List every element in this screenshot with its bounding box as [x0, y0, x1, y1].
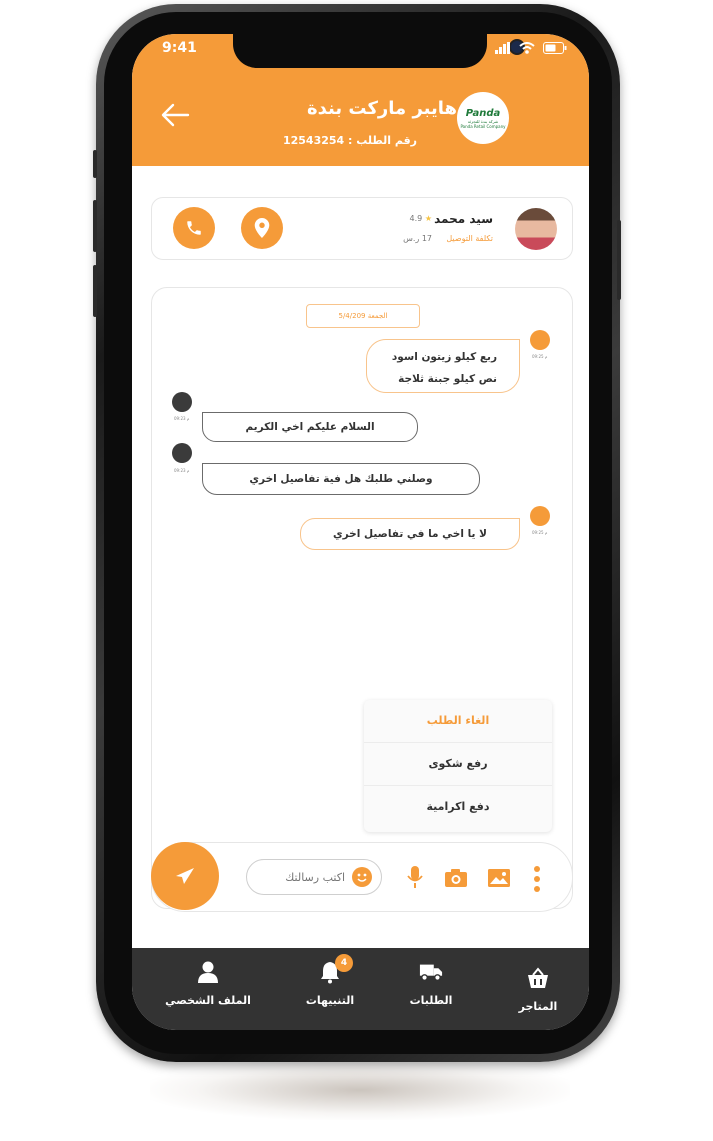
cancel-order-option[interactable]: الغاء الطلب: [364, 700, 552, 743]
message-bubble: ربع كيلو زيتون اسود نص كيلو جبنة ثلاجة: [366, 339, 520, 393]
camera-icon[interactable]: [444, 868, 468, 888]
nav-item-stores[interactable]: المتاجر: [488, 948, 588, 1030]
bottom-navigation: الملف الشخصي 4 التنبيهات الطلبات المتاجر: [132, 948, 589, 1030]
signal-icon: [495, 42, 510, 54]
date-separator: الجمعة 5/4/209: [306, 304, 420, 328]
message-line: لا يا اخي ما في تفاصيل اخري: [333, 528, 487, 540]
message-bubble: وصلني طلبك هل فية تفاصيل اخري: [202, 463, 480, 495]
store-title: هايبر ماركت بندة: [307, 98, 457, 119]
nav-item-notifications[interactable]: 4 التنبيهات: [280, 948, 380, 1030]
notification-badge: 4: [335, 954, 353, 972]
message-bubble: لا يا اخي ما في تفاصيل اخري: [300, 518, 520, 550]
message-time: 09:25 م: [532, 354, 548, 359]
sender-avatar: [530, 506, 550, 526]
wifi-icon: [519, 42, 535, 54]
driver-rating: 4.9 ★: [410, 214, 432, 223]
nav-item-orders[interactable]: الطلبات: [381, 948, 481, 1030]
send-icon: [176, 868, 194, 884]
nav-label: التنبيهات: [305, 994, 355, 1007]
nav-label: الملف الشخصي: [165, 994, 251, 1007]
nav-label: الطلبات: [409, 994, 453, 1007]
logo-subtext-en: Panda Retail Company: [460, 123, 506, 129]
options-menu: الغاء الطلب رفع شكوى دفع اكرامية: [364, 700, 552, 832]
driver-chat-avatar: [172, 392, 192, 412]
app-screen: 9:41 هايبر ماركت بندة رقم الطلب : 125432…: [132, 34, 589, 1030]
app-header: 9:41 هايبر ماركت بندة رقم الطلب : 125432…: [132, 34, 589, 166]
phone-shadow: [150, 1060, 570, 1120]
volume-down-button: [93, 265, 97, 317]
location-button[interactable]: [241, 207, 283, 249]
message-line: نص كيلو جبنة ثلاجة: [398, 373, 497, 385]
emoji-icon[interactable]: [352, 867, 372, 887]
send-button[interactable]: [151, 842, 219, 910]
message-line: وصلني طلبك هل فية تفاصيل اخري: [249, 473, 433, 485]
message-line: ربع كيلو زيتون اسود: [391, 351, 497, 363]
order-number: رقم الطلب : 12543254: [282, 134, 417, 147]
driver-name: سيد محمد: [434, 212, 493, 226]
message-time: 09:23 م: [174, 468, 190, 473]
driver-chat-avatar: [172, 443, 192, 463]
star-icon: ★: [424, 214, 432, 223]
message-time: 09:23 م: [174, 416, 190, 421]
rating-value: 4.9: [409, 214, 423, 223]
truck-icon: [419, 964, 443, 981]
basket-icon: [528, 967, 548, 988]
pay-tip-option[interactable]: دفع اكرامية: [364, 786, 552, 828]
user-icon: [198, 961, 218, 983]
call-button[interactable]: [173, 207, 215, 249]
battery-icon: [543, 42, 567, 54]
file-complaint-option[interactable]: رفع شكوى: [364, 743, 552, 786]
back-arrow-icon[interactable]: [160, 102, 190, 128]
delivery-cost: 17 ر.س: [403, 234, 432, 243]
message-time: 09:25 م: [532, 530, 548, 535]
location-pin-icon: [254, 218, 270, 238]
gallery-icon[interactable]: [487, 868, 511, 888]
nav-label: المتاجر: [518, 1000, 558, 1013]
driver-card: سيد محمد 4.9 ★ تكلفة التوصيل 17 ر.س: [151, 197, 573, 260]
sender-avatar: [530, 330, 550, 350]
nav-item-profile[interactable]: الملف الشخصي: [158, 948, 258, 1030]
notch: [233, 34, 525, 68]
message-line: السلام عليكم اخي الكريم: [245, 421, 375, 433]
volume-up-button: [93, 200, 97, 252]
delivery-label: تكلفة التوصيل: [446, 234, 493, 243]
message-bubble: السلام عليكم اخي الكريم: [202, 412, 418, 442]
power-button: [617, 220, 621, 300]
more-options-icon[interactable]: [533, 865, 541, 893]
logo-wordmark: Panda: [465, 107, 501, 119]
phone-icon: [187, 221, 201, 235]
driver-avatar: [515, 208, 557, 250]
microphone-icon[interactable]: [407, 865, 423, 889]
mute-switch: [93, 150, 97, 178]
store-logo: Panda شركة بندة للتجزئة Panda Retail Com…: [457, 92, 509, 144]
status-time: 9:41: [162, 40, 197, 56]
status-icons: [495, 42, 567, 54]
smiley-face-icon: [357, 873, 367, 882]
